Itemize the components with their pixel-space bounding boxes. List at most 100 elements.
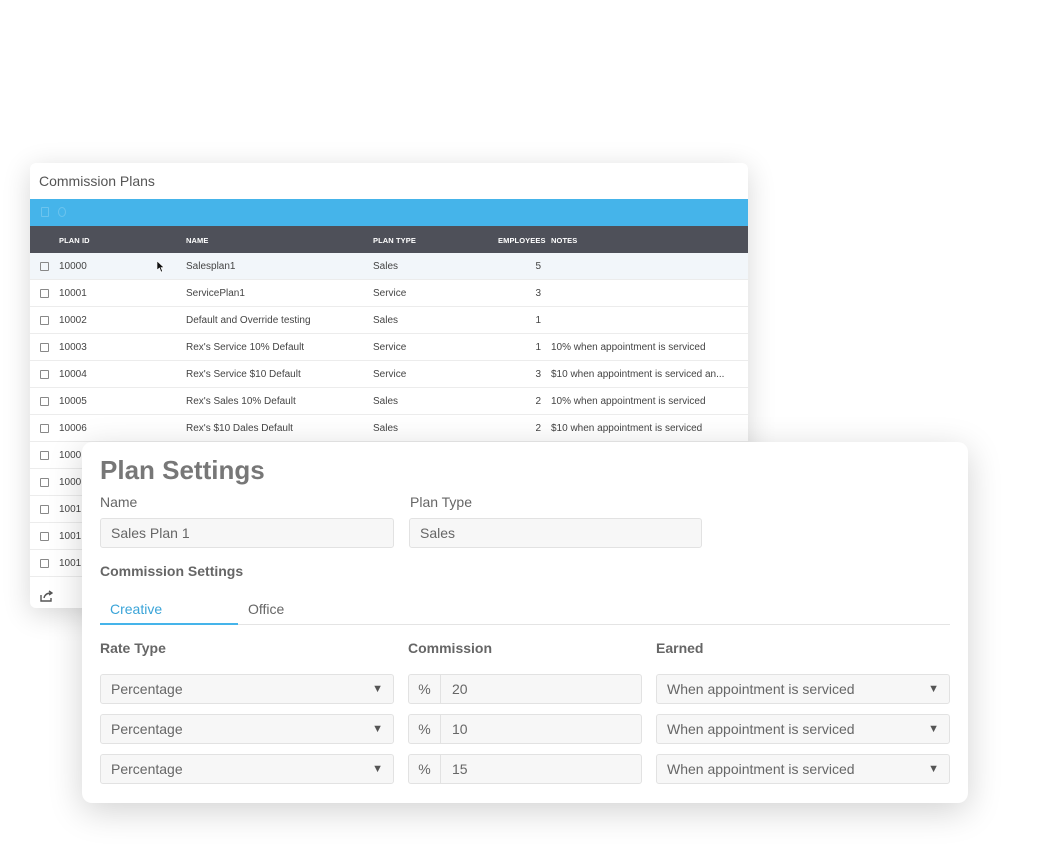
plan-name-cell: Rex's Service $10 Default (186, 369, 301, 380)
plan-id-cell: 10002 (59, 315, 87, 326)
rate-type-select[interactable]: Percentage ▼ (100, 754, 394, 784)
employees-cell: 1 (535, 342, 541, 353)
table-row[interactable]: 10000 Salesplan1 Sales 5 (30, 253, 748, 280)
refresh-icon[interactable] (58, 207, 66, 217)
plan-id-cell: 1001 (59, 531, 82, 542)
commission-column-header: Commission (408, 640, 493, 656)
table-row[interactable]: 10006 Rex's $10 Dales Default Sales 2 $10 wh… (30, 415, 748, 442)
plan-id-cell: 10003 (59, 342, 87, 353)
notes-cell: 10% when appointment is serviced (551, 396, 706, 407)
row-checkbox[interactable] (40, 343, 49, 352)
row-checkbox[interactable] (40, 262, 49, 271)
commission-value: 20 (452, 681, 468, 697)
commission-input[interactable]: % 20 (408, 674, 642, 704)
plan-id-cell: 10005 (59, 396, 87, 407)
employees-cell: 5 (535, 261, 541, 272)
commission-value: 10 (452, 721, 468, 737)
table-header: PLAN ID NAME PLAN TYPE EMPLOYEES NOTES (30, 226, 748, 253)
percent-addon: % (409, 755, 441, 783)
plan-id-cell: 10006 (59, 423, 87, 434)
row-checkbox[interactable] (40, 505, 49, 514)
name-field[interactable]: Sales Plan 1 (100, 518, 394, 548)
dropdown-arrow-icon: ▼ (372, 763, 383, 775)
plan-id-cell: 1000 (59, 477, 82, 488)
plan-id-cell: 10001 (59, 288, 87, 299)
notes-cell: $10 when appointment is serviced (551, 423, 703, 434)
plan-type-cell: Sales (373, 396, 399, 407)
notes-cell: 10% when appointment is serviced (551, 342, 706, 353)
earned-select[interactable]: When appointment is serviced ▼ (656, 714, 950, 744)
plan-name-cell: Rex's Service 10% Default (186, 342, 305, 353)
plan-name-cell: Rex's $10 Dales Default (186, 423, 293, 434)
row-checkbox[interactable] (40, 451, 49, 460)
employees-cell: 2 (535, 423, 541, 434)
plan-id-cell: 1001 (59, 558, 82, 569)
dropdown-arrow-icon: ▼ (928, 723, 939, 735)
earned-column-header: Earned (656, 640, 704, 656)
earned-value: When appointment is serviced (667, 721, 855, 737)
page-title: Plan Settings (100, 455, 265, 485)
table-row[interactable]: 10002 Default and Override testing Sales 1 (30, 307, 748, 334)
table-row[interactable]: 10001 ServicePlan1 Service 3 (30, 280, 748, 307)
column-header-notes[interactable]: NOTES (551, 236, 577, 245)
column-header-name[interactable]: NAME (186, 236, 208, 245)
row-checkbox[interactable] (40, 559, 49, 568)
plan-id-cell: 1001 (59, 504, 82, 515)
plan-settings-panel: Plan Settings Name Sales Plan 1 Plan Typ… (82, 442, 968, 803)
row-checkbox[interactable] (40, 478, 49, 487)
plan-name-cell: ServicePlan1 (186, 288, 245, 299)
plan-type-cell: Sales (373, 423, 399, 434)
panel-title: Commission Plans (39, 173, 155, 189)
trash-icon[interactable] (41, 207, 49, 217)
rate-type-select[interactable]: Percentage ▼ (100, 674, 394, 704)
plan-type-cell: Sales (373, 315, 399, 326)
column-header-employees[interactable]: EMPLOYEES (498, 236, 546, 245)
percent-addon: % (409, 715, 441, 743)
row-checkbox[interactable] (40, 397, 49, 406)
employees-cell: 3 (535, 369, 541, 380)
percent-addon: % (409, 675, 441, 703)
active-tab-indicator (100, 623, 238, 625)
rate-type-value: Percentage (111, 761, 183, 777)
earned-value: When appointment is serviced (667, 681, 855, 697)
table-row[interactable]: 10005 Rex's Sales 10% Default Sales 2 10% wh… (30, 388, 748, 415)
plan-type-label: Plan Type (410, 494, 473, 510)
earned-select[interactable]: When appointment is serviced ▼ (656, 674, 950, 704)
share-icon[interactable] (40, 590, 53, 602)
plan-id-cell: 1000 (59, 450, 82, 461)
row-checkbox[interactable] (40, 532, 49, 541)
plan-id-cell: 10004 (59, 369, 87, 380)
commission-input[interactable]: % 15 (408, 754, 642, 784)
commission-input[interactable]: % 10 (408, 714, 642, 744)
dropdown-arrow-icon: ▼ (928, 683, 939, 695)
plan-id-cell: 10000 (59, 261, 87, 272)
table-row[interactable]: 10003 Rex's Service 10% Default Service 1 10… (30, 334, 748, 361)
earned-select[interactable]: When appointment is serviced ▼ (656, 754, 950, 784)
row-checkbox[interactable] (40, 316, 49, 325)
dropdown-arrow-icon: ▼ (928, 763, 939, 775)
rate-type-value: Percentage (111, 721, 183, 737)
tab-creative[interactable]: Creative (110, 601, 162, 617)
employees-cell: 3 (535, 288, 541, 299)
tab-office[interactable]: Office (248, 601, 284, 617)
plans-toolbar (30, 199, 748, 226)
name-label: Name (100, 494, 138, 510)
rate-type-select[interactable]: Percentage ▼ (100, 714, 394, 744)
plan-type-field[interactable]: Sales (409, 518, 702, 548)
plan-name-cell: Rex's Sales 10% Default (186, 396, 296, 407)
earned-value: When appointment is serviced (667, 761, 855, 777)
commission-value: 15 (452, 761, 468, 777)
employees-cell: 1 (535, 315, 541, 326)
plan-type-cell: Sales (373, 261, 399, 272)
column-header-plan-type[interactable]: PLAN TYPE (373, 236, 416, 245)
rate-type-value: Percentage (111, 681, 183, 697)
mouse-cursor-icon (157, 261, 165, 273)
notes-cell: $10 when appointment is serviced an... (551, 369, 725, 380)
row-checkbox[interactable] (40, 289, 49, 298)
plan-name-cell: Salesplan1 (186, 261, 236, 272)
row-checkbox[interactable] (40, 370, 49, 379)
employees-cell: 2 (535, 396, 541, 407)
row-checkbox[interactable] (40, 424, 49, 433)
column-header-plan-id[interactable]: PLAN ID (59, 236, 90, 245)
table-row[interactable]: 10004 Rex's Service $10 Default Service 3 $1… (30, 361, 748, 388)
